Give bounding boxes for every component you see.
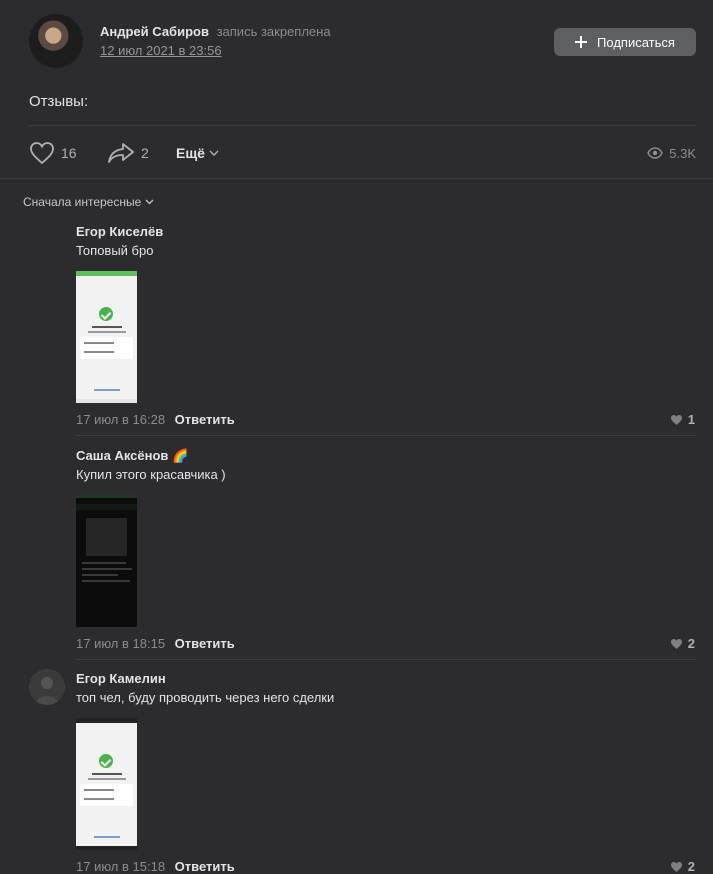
comment-like-button[interactable]: 1	[670, 412, 695, 427]
divider	[76, 435, 696, 436]
comment-like-count: 2	[687, 636, 695, 651]
heart-icon	[670, 638, 682, 649]
subscribe-label: Подписаться	[597, 34, 675, 50]
comment-date[interactable]: 17 июл в 18:15	[76, 636, 165, 651]
comment-like-count: 1	[687, 412, 695, 427]
comment-meta: 17 июл в 18:15 Ответить	[76, 636, 235, 651]
comment-text: Топовый бро	[76, 243, 154, 258]
heart-icon	[670, 861, 682, 872]
comment-image[interactable]	[76, 718, 137, 850]
divider	[76, 659, 696, 660]
author-line: Андрей Сабиров запись закреплена	[100, 24, 331, 39]
chevron-down-icon	[145, 199, 154, 205]
share-arrow-icon	[108, 143, 134, 163]
post-text: Отзывы:	[29, 93, 89, 110]
author-name[interactable]: Андрей Сабиров	[100, 24, 209, 39]
commenter-avatar[interactable]	[29, 669, 65, 705]
more-label: Ещё	[176, 145, 205, 161]
plus-icon	[575, 36, 588, 48]
reply-button[interactable]: Ответить	[175, 636, 235, 651]
divider	[0, 178, 713, 179]
comment-author[interactable]: Саша Аксёнов 🌈	[76, 448, 188, 464]
comment-text: топ чел, буду проводить через него сделк…	[76, 690, 335, 705]
comment-date[interactable]: 17 июл в 16:28	[76, 412, 165, 427]
comment-like-button[interactable]: 2	[670, 636, 695, 651]
more-button[interactable]: Ещё	[176, 138, 219, 168]
views-count: 5.3K	[669, 145, 696, 161]
share-count: 2	[141, 145, 149, 161]
like-button[interactable]: 16	[29, 138, 77, 168]
views-counter: 5.3K	[647, 138, 696, 168]
heart-icon	[670, 414, 682, 425]
comment-image[interactable]	[76, 495, 137, 627]
heart-icon	[30, 142, 54, 165]
like-count: 16	[61, 145, 77, 161]
author-avatar[interactable]	[29, 14, 83, 68]
comment-text: Купил этого красавчика )	[76, 467, 226, 482]
share-button[interactable]: 2	[107, 138, 149, 168]
post-date[interactable]: 12 июл 2021 в 23:56	[100, 43, 222, 58]
reply-button[interactable]: Ответить	[175, 412, 235, 427]
comment-author[interactable]: Егор Камелин	[76, 671, 166, 686]
chevron-down-icon	[209, 150, 219, 156]
avatar-image	[29, 669, 65, 705]
comment-author[interactable]: Егор Киселёв	[76, 224, 163, 239]
sort-label: Сначала интересные	[23, 195, 142, 209]
subscribe-button[interactable]: Подписаться	[554, 28, 696, 56]
eye-icon	[647, 147, 664, 159]
divider	[29, 125, 696, 126]
post-header: Андрей Сабиров запись закреплена 12 июл …	[29, 14, 696, 70]
post-actions: 16 2 Ещё 5.3K	[29, 138, 696, 168]
comment-image[interactable]	[76, 271, 137, 403]
pinned-label: запись закреплена	[216, 24, 331, 39]
comment-meta: 17 июл в 16:28 Ответить	[76, 412, 235, 427]
sort-dropdown[interactable]: Сначала интересные	[23, 195, 154, 209]
